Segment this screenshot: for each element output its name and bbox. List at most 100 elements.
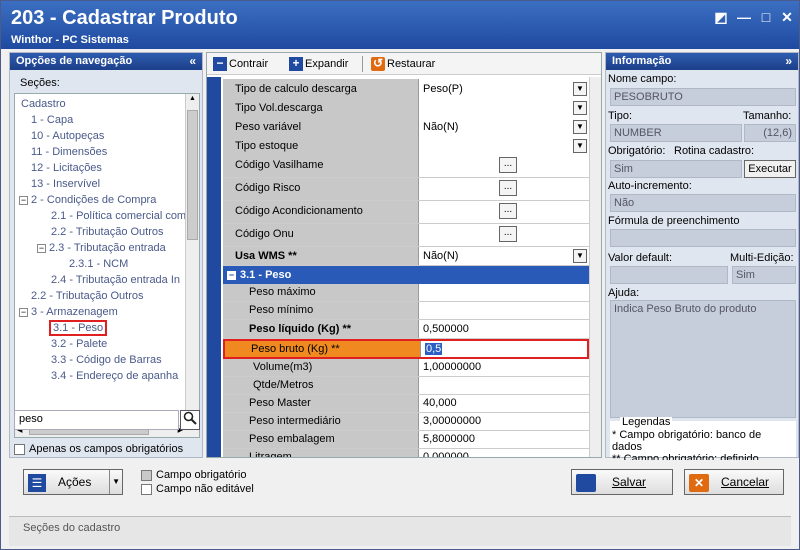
scroll-up-icon[interactable]: ▲ bbox=[187, 95, 198, 107]
tree-node[interactable]: −2.3 - Tributação entrada bbox=[37, 240, 166, 256]
row-value[interactable] bbox=[421, 284, 589, 301]
tree-item[interactable]: 12 - Licitações bbox=[31, 160, 102, 176]
grid-row[interactable]: Tipo Vol.descarga ▼ bbox=[223, 98, 589, 119]
only-required-checkbox[interactable]: Apenas os campos obrigatórios bbox=[14, 443, 183, 455]
restore-window-icon[interactable]: ◩ bbox=[713, 9, 729, 25]
grid-row[interactable]: Peso máximo bbox=[223, 284, 589, 302]
search-input[interactable]: peso bbox=[14, 410, 179, 430]
collapse-icon[interactable]: − bbox=[19, 307, 28, 317]
row-label: Peso líquido (Kg) ** bbox=[223, 320, 419, 338]
collapse-icon[interactable]: − bbox=[37, 243, 46, 253]
expand-button[interactable]: + Expandir bbox=[289, 56, 348, 72]
cancelar-button[interactable]: ✕ Cancelar bbox=[684, 469, 784, 495]
scroll-thumb[interactable] bbox=[187, 110, 198, 240]
row-value[interactable]: 1,00000000 bbox=[421, 359, 589, 376]
lookup-button[interactable]: ... bbox=[499, 157, 517, 173]
row-value-text: Peso(P) bbox=[423, 83, 463, 95]
tree-vertical-scrollbar[interactable]: ▲ ▼ bbox=[185, 94, 199, 437]
dropdown-arrow-icon[interactable]: ▼ bbox=[573, 120, 587, 134]
tree-item-selected[interactable]: 3.1 - Peso bbox=[49, 320, 108, 336]
grid-row[interactable]: Peso mínimo bbox=[223, 302, 589, 320]
restore-button[interactable]: ↺ Restaurar bbox=[371, 56, 435, 72]
dropdown-arrow-icon[interactable]: ▼ bbox=[573, 82, 587, 96]
grid-row[interactable]: Tipo estoque ▼ bbox=[223, 136, 589, 157]
row-value[interactable] bbox=[421, 377, 589, 394]
row-value[interactable]: Peso(P) ▼ bbox=[421, 79, 589, 99]
row-value[interactable]: Não(N) ▼ bbox=[421, 117, 589, 137]
tree-item[interactable]: 2.1 - Política comercial comp bbox=[51, 208, 192, 224]
salvar-button[interactable]: Salvar bbox=[571, 469, 673, 495]
grid-row[interactable]: Tipo de calculo descarga Peso(P) ▼ bbox=[223, 79, 589, 100]
tree-node[interactable]: −2 - Condições de Compra bbox=[19, 192, 156, 208]
tree-item[interactable]: 3.2 - Palete bbox=[51, 336, 107, 352]
row-value[interactable]: ... bbox=[421, 155, 589, 177]
lookup-button[interactable]: ... bbox=[499, 203, 517, 219]
grid-row[interactable]: Código Onu... bbox=[223, 224, 589, 247]
dropdown-arrow-icon[interactable]: ▼ bbox=[573, 249, 587, 263]
row-value[interactable]: 40,000 bbox=[421, 395, 589, 412]
row-value[interactable] bbox=[421, 302, 589, 319]
dropdown-arrow-icon[interactable]: ▼ bbox=[573, 101, 587, 115]
row-value[interactable]: ... bbox=[421, 178, 589, 200]
row-value[interactable]: ... bbox=[421, 224, 589, 246]
collapse-group-icon[interactable]: − bbox=[227, 270, 236, 280]
grid-row[interactable]: Volume(m3) 1,00000000 bbox=[223, 359, 589, 377]
tree-item[interactable]: 13 - Inservível bbox=[31, 176, 100, 192]
grid-row[interactable]: Litragem 0,000000 bbox=[223, 449, 589, 457]
tree-item[interactable]: 2.2 - Tributação Outros bbox=[31, 288, 144, 304]
maximize-button[interactable]: □ bbox=[758, 9, 774, 25]
grid-toolbar: − Contrair + Expandir ↺ Restaurar bbox=[207, 53, 601, 75]
cancel-icon: ✕ bbox=[689, 473, 709, 492]
grid-scrollbar[interactable] bbox=[589, 77, 601, 457]
grid-row[interactable]: Peso Master 40,000 bbox=[223, 395, 589, 413]
minimize-button[interactable]: — bbox=[736, 9, 752, 25]
tree-item[interactable]: 2.4 - Tributação entrada In bbox=[51, 272, 180, 288]
row-value[interactable]: 5,8000000 bbox=[421, 431, 589, 448]
tree-item[interactable]: Cadastro bbox=[21, 96, 66, 112]
grid-row[interactable]: Peso líquido (Kg) ** 0,500000 bbox=[223, 320, 589, 339]
tree-item[interactable]: 3.4 - Endereço de apanha bbox=[51, 368, 178, 384]
row-value[interactable]: ▼ bbox=[421, 98, 589, 118]
close-button[interactable]: ✕ bbox=[779, 9, 795, 25]
checkbox-icon[interactable] bbox=[14, 443, 25, 455]
expand-chevron-icon[interactable]: » bbox=[785, 54, 792, 68]
row-value[interactable]: 0,500000 bbox=[421, 320, 589, 338]
tree-node[interactable]: −3 - Armazenagem bbox=[19, 304, 118, 320]
tree-item[interactable]: 11 - Dimensões bbox=[31, 144, 107, 160]
tree-item[interactable]: 3.3 - Código de Barras bbox=[51, 352, 162, 368]
tree-item[interactable]: 2.2 - Tributação Outros bbox=[51, 224, 164, 240]
dropdown-arrow-icon[interactable]: ▼ bbox=[573, 139, 587, 153]
grid-row[interactable]: Usa WMS ** Não(N) ▼ bbox=[223, 247, 589, 266]
tree-item[interactable]: 2.3.1 - NCM bbox=[69, 256, 128, 272]
row-value[interactable]: ▼ bbox=[421, 136, 589, 156]
tree-item[interactable]: 1 - Capa bbox=[31, 112, 73, 128]
grid-row[interactable]: Código Risco... bbox=[223, 178, 589, 201]
row-value[interactable]: ... bbox=[421, 201, 589, 223]
collapse-button[interactable]: − Contrair bbox=[213, 56, 268, 72]
dropdown-arrow-icon[interactable]: ▼ bbox=[109, 470, 120, 494]
grid-row[interactable]: Código Vasilhame... bbox=[223, 155, 589, 178]
grid-row-selected[interactable]: Peso bruto (Kg) ** 0,5 bbox=[223, 339, 589, 359]
acoes-button[interactable]: ☰ Ações ▼ bbox=[23, 469, 123, 495]
grid-row[interactable]: Peso variável Não(N) ▼ bbox=[223, 117, 589, 138]
tree-item[interactable]: 10 - Autopeças bbox=[31, 128, 104, 144]
tree-item-label: 3 - Armazenagem bbox=[31, 306, 118, 318]
row-value[interactable]: Não(N) ▼ bbox=[421, 247, 589, 265]
selected-value-text[interactable]: 0,5 bbox=[425, 343, 443, 355]
lookup-button[interactable]: ... bbox=[499, 226, 517, 242]
property-grid-panel: − Contrair + Expandir ↺ Restaurar Tipo de c… bbox=[206, 52, 602, 458]
grid-row[interactable]: Peso embalagem 5,8000000 bbox=[223, 431, 589, 449]
grid-row[interactable]: Código Acondicionamento... bbox=[223, 201, 589, 224]
lookup-button[interactable]: ... bbox=[499, 180, 517, 196]
row-value[interactable]: 0,000000 bbox=[421, 449, 589, 457]
collapse-chevron-icon[interactable]: « bbox=[189, 54, 196, 68]
tree-item-label: 2 - Condições de Compra bbox=[31, 194, 157, 206]
row-value[interactable]: 3,00000000 bbox=[421, 413, 589, 430]
grid-row[interactable]: Qtde/Metros bbox=[223, 377, 589, 395]
search-icon[interactable] bbox=[180, 410, 200, 430]
collapse-icon[interactable]: − bbox=[19, 195, 28, 205]
group-header[interactable]: −3.1 - Peso bbox=[223, 266, 589, 284]
executar-button[interactable]: Executar bbox=[744, 160, 796, 178]
grid-row[interactable]: Peso intermediário 3,00000000 bbox=[223, 413, 589, 431]
row-value[interactable]: 0,5 bbox=[423, 341, 591, 357]
